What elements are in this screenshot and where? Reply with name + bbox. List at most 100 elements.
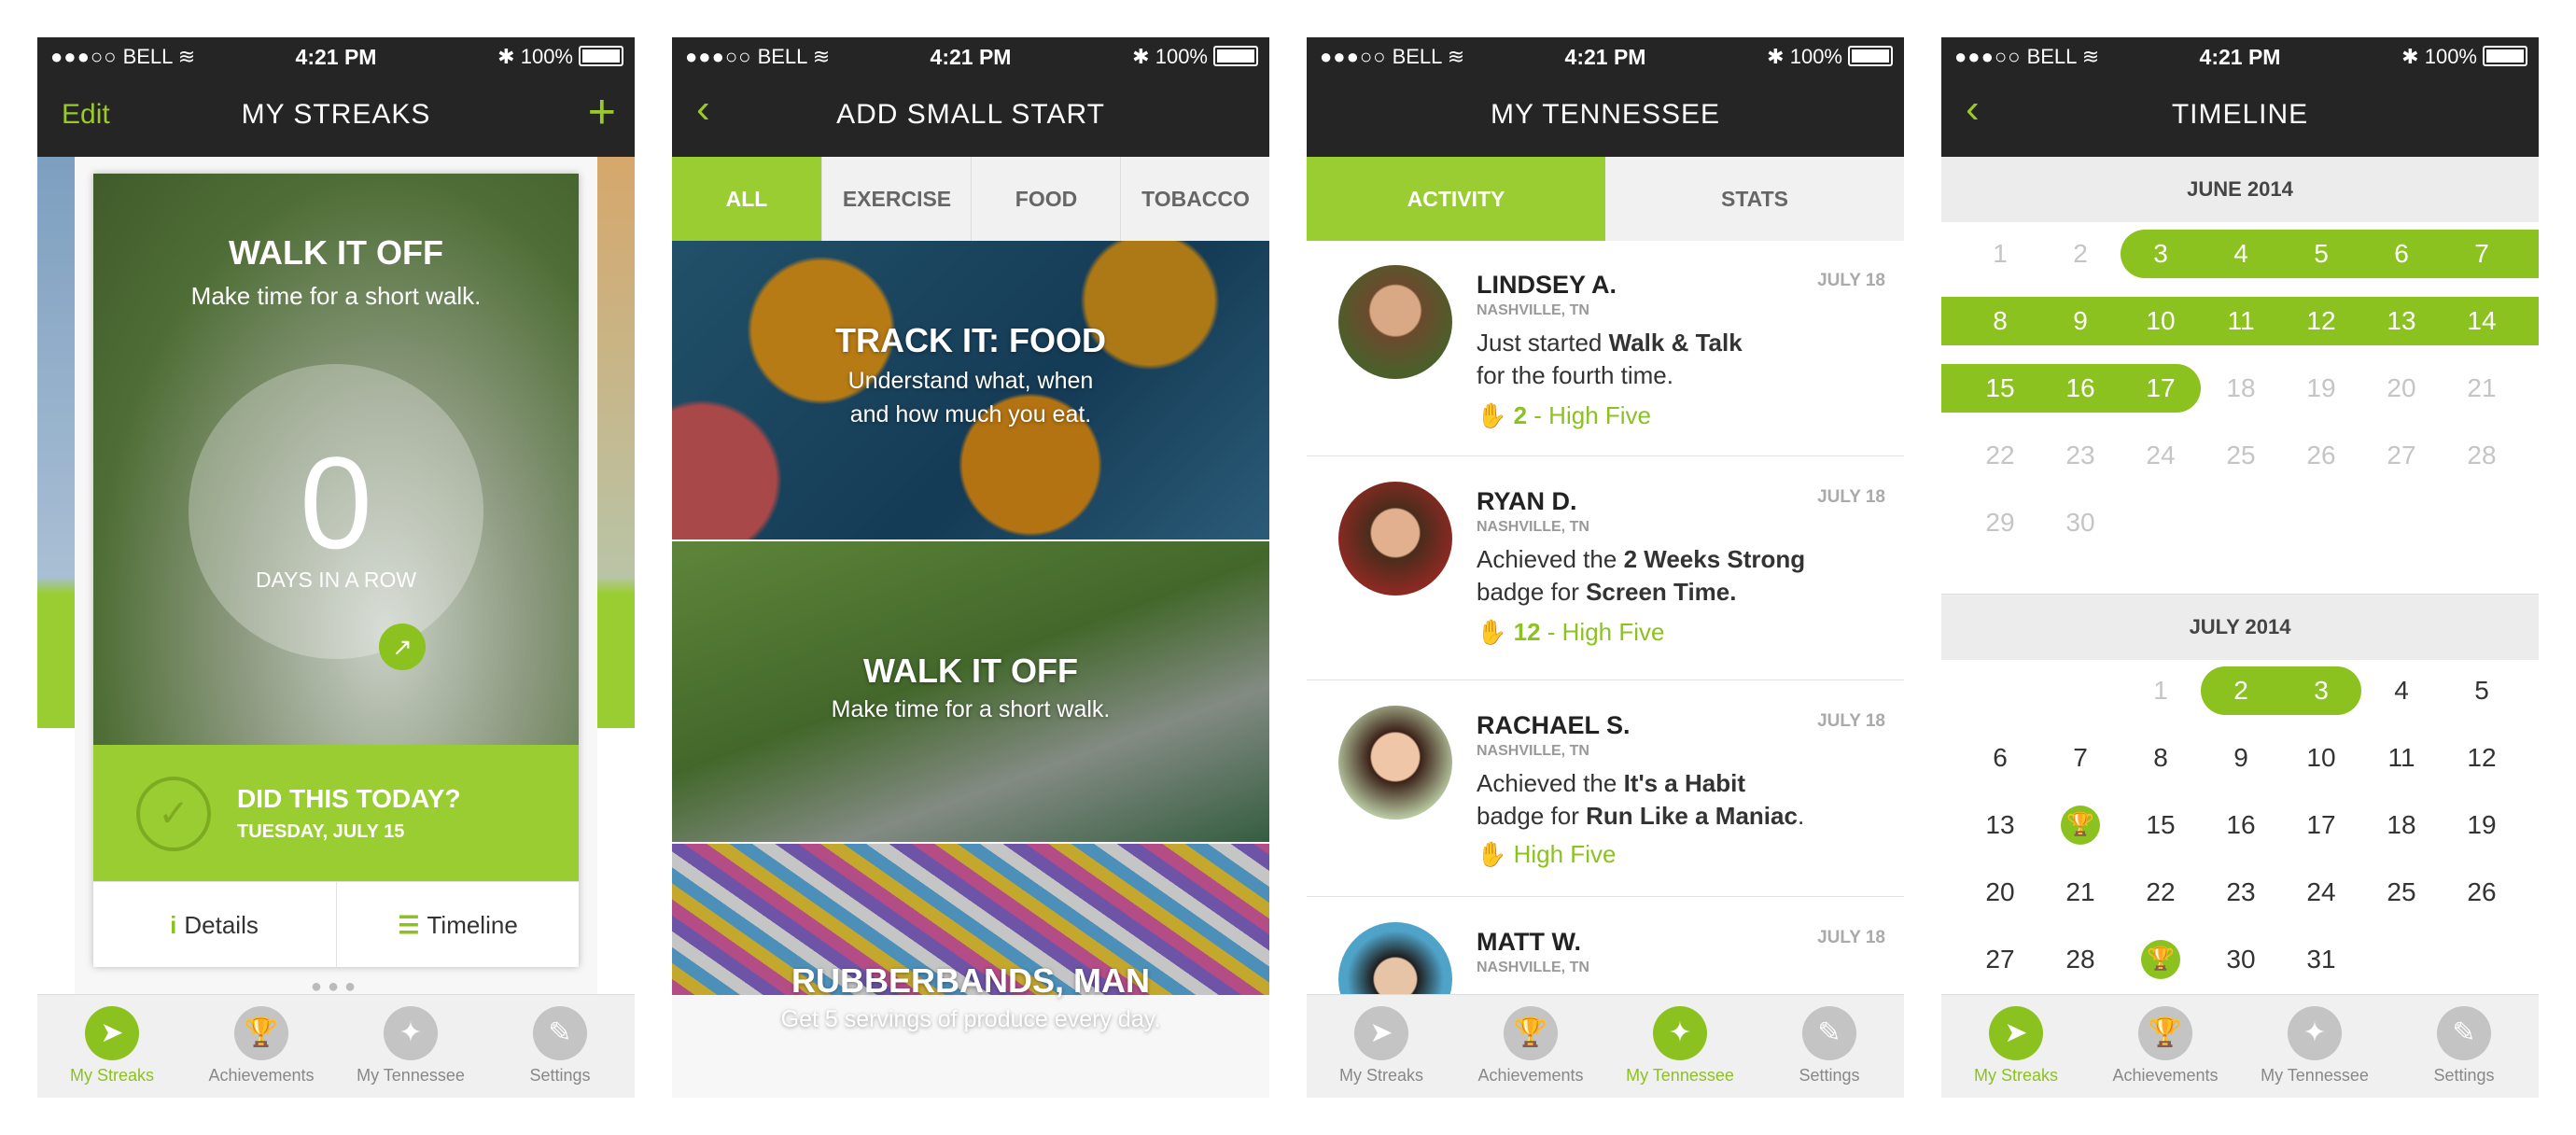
calendar-day[interactable]: 20 [1960, 868, 2040, 917]
calendar-day[interactable]: 26 [2442, 868, 2522, 917]
calendar-day[interactable]: 27 [2361, 431, 2442, 480]
calendar-day[interactable]: 1 [2121, 666, 2201, 715]
user-name[interactable]: MATT W. [1477, 928, 1581, 957]
tab-achievements[interactable]: 🏆 Achievements [1456, 1006, 1605, 1086]
calendar-day[interactable]: 7 [2442, 230, 2522, 278]
tab-my-streaks[interactable]: ➤ My Streaks [1307, 1006, 1456, 1086]
calendar-day[interactable]: 11 [2361, 734, 2442, 782]
filter-tobacco[interactable]: TOBACCO [1120, 157, 1269, 241]
calendar-day[interactable]: 28 [2040, 935, 2121, 984]
calendar-day[interactable]: 24 [2121, 431, 2201, 480]
calendar-day[interactable]: 22 [1960, 431, 2040, 480]
user-name[interactable]: LINDSEY A. [1477, 271, 1617, 300]
calendar-day[interactable]: 17 [2281, 801, 2361, 849]
calendar-day[interactable]: 18 [2361, 801, 2442, 849]
did-this-today-panel[interactable]: ✓ DID THIS TODAY? TUESDAY, JULY 15 [93, 745, 579, 881]
calendar-day[interactable]: 15 [1960, 364, 2040, 413]
calendar-day[interactable]: 2 [2201, 666, 2281, 715]
tab-my-tennessee[interactable]: ✦ My Tennessee [1605, 1006, 1755, 1086]
calendar-day[interactable]: 21 [2040, 868, 2121, 917]
details-button[interactable]: i Details [93, 882, 335, 968]
calendar-day[interactable]: 10 [2281, 734, 2361, 782]
calendar-day[interactable]: 5 [2442, 666, 2522, 715]
calendar-day[interactable]: 27 [1960, 935, 2040, 984]
calendar-day[interactable]: 30 [2040, 498, 2121, 547]
calendar-day[interactable]: 29 [1960, 498, 2040, 547]
calendar-day[interactable]: 21 [2442, 364, 2522, 413]
calendar-day[interactable]: 7 [2040, 734, 2121, 782]
high-five-button[interactable]: ✋ 2 - High Five [1477, 401, 1651, 430]
high-five-button[interactable]: ✋ High Five [1477, 840, 1616, 869]
calendar-day[interactable]: 3 [2121, 230, 2201, 278]
calendar-day[interactable]: 12 [2281, 297, 2361, 345]
calendar-day[interactable]: 31 [2281, 935, 2361, 984]
calendar-day[interactable]: 9 [2201, 734, 2281, 782]
tile-rubberbands-man[interactable]: RUBBERBANDS, MAN Get 5 servings of produ… [672, 844, 1269, 1032]
calendar-day[interactable]: 14 [2442, 297, 2522, 345]
calendar-day[interactable]: 9 [2040, 297, 2121, 345]
calendar-day[interactable]: 11 [2201, 297, 2281, 345]
calendar-day[interactable]: 10 [2121, 297, 2201, 345]
tab-my-tennessee[interactable]: ✦ My Tennessee [2240, 1006, 2389, 1086]
calendar-day[interactable]: 17 [2121, 364, 2201, 413]
filter-all[interactable]: ALL [672, 157, 821, 241]
streak-card[interactable]: WALK IT OFF Make time for a short walk. … [93, 174, 579, 968]
calendar-day[interactable]: 2 [2040, 230, 2121, 278]
tab-settings[interactable]: ✎ Settings [2389, 1006, 2539, 1086]
user-name[interactable]: RYAN D. [1477, 487, 1577, 516]
calendar-day[interactable]: 13 [1960, 801, 2040, 849]
calendar-day[interactable]: 28 [2442, 431, 2522, 480]
trophy-icon[interactable]: 🏆 [2061, 806, 2100, 845]
avatar[interactable] [1338, 706, 1452, 820]
calendar-day[interactable]: 4 [2361, 666, 2442, 715]
calendar-day[interactable]: 26 [2281, 431, 2361, 480]
calendar-day[interactable]: 19 [2442, 801, 2522, 849]
calendar-day[interactable]: 3 [2281, 666, 2361, 715]
tab-settings[interactable]: ✎ Settings [485, 1006, 635, 1086]
calendar-day[interactable]: 16 [2040, 364, 2121, 413]
tile-walk-it-off[interactable]: WALK IT OFF Make time for a short walk. [672, 541, 1269, 842]
calendar-day[interactable]: 8 [1960, 297, 2040, 345]
add-icon[interactable]: + [588, 84, 616, 140]
checkmark-icon[interactable]: ✓ [136, 777, 211, 851]
tab-achievements[interactable]: 🏆 Achievements [187, 1006, 336, 1086]
prev-card-peek[interactable] [37, 157, 75, 997]
calendar-day[interactable]: 25 [2361, 868, 2442, 917]
trophy-icon[interactable]: 🏆 [2141, 940, 2180, 979]
tab-stats[interactable]: STATS [1605, 157, 1904, 241]
calendar-day[interactable]: 20 [2361, 364, 2442, 413]
calendar-day[interactable]: 12 [2442, 734, 2522, 782]
calendar-day[interactable]: 22 [2121, 868, 2201, 917]
next-card-peek[interactable] [597, 157, 635, 997]
high-five-button[interactable]: ✋ 12 - High Five [1477, 618, 1664, 647]
calendar-day[interactable]: 23 [2201, 868, 2281, 917]
tab-settings[interactable]: ✎ Settings [1755, 1006, 1904, 1086]
calendar-day[interactable]: 13 [2361, 297, 2442, 345]
tab-activity[interactable]: ACTIVITY [1307, 157, 1605, 241]
user-name[interactable]: RACHAEL S. [1477, 711, 1631, 740]
calendar-day[interactable]: 6 [2361, 230, 2442, 278]
tab-my-tennessee[interactable]: ✦ My Tennessee [336, 1006, 485, 1086]
feed-item[interactable]: LINDSEY A. NASHVILLE, TN JULY 18 Just st… [1307, 241, 1904, 456]
calendar-day[interactable]: 19 [2281, 364, 2361, 413]
calendar-day[interactable]: 23 [2040, 431, 2121, 480]
avatar[interactable] [1338, 265, 1452, 379]
tile-track-it-food[interactable]: TRACK IT: FOOD Understand what, when and… [672, 241, 1269, 539]
feed-item[interactable]: RACHAEL S. NASHVILLE, TN JULY 18 Achieve… [1307, 681, 1904, 897]
feed-item[interactable]: RYAN D. NASHVILLE, TN JULY 18 Achieved t… [1307, 457, 1904, 680]
calendar-day[interactable]: 4 [2201, 230, 2281, 278]
calendar-day[interactable]: 25 [2201, 431, 2281, 480]
calendar-day[interactable]: 8 [2121, 734, 2201, 782]
timeline-button[interactable]: ☰ Timeline [336, 882, 579, 968]
calendar-day[interactable]: 18 [2201, 364, 2281, 413]
calendar-day[interactable]: 30 [2201, 935, 2281, 984]
tab-achievements[interactable]: 🏆 Achievements [2091, 1006, 2240, 1086]
calendar-day[interactable]: 1 [1960, 230, 2040, 278]
calendar-day[interactable]: 5 [2281, 230, 2361, 278]
filter-exercise[interactable]: EXERCISE [821, 157, 972, 241]
tab-my-streaks[interactable]: ➤ My Streaks [1941, 1006, 2091, 1086]
calendar-day[interactable]: 6 [1960, 734, 2040, 782]
calendar-day[interactable]: 15 [2121, 801, 2201, 849]
tab-my-streaks[interactable]: ➤ My Streaks [37, 1006, 187, 1086]
calendar-day[interactable]: 24 [2281, 868, 2361, 917]
